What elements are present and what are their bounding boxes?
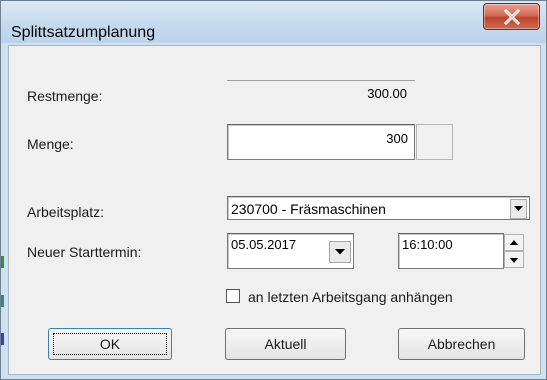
chevron-down-icon <box>335 249 345 255</box>
time-value: 16:10:00 <box>402 237 453 252</box>
edge-strip <box>1 295 4 307</box>
starttermin-label: Neuer Starttermin: <box>27 244 142 260</box>
edge-strip <box>1 333 4 345</box>
menge-input[interactable]: 300 <box>227 124 415 160</box>
arbeitsplatz-select[interactable]: 230700 - Fräsmaschinen <box>227 196 530 220</box>
dialog-window: Splittsatzumplanung Restmenge: 300.00 Me… <box>0 0 547 380</box>
arbeitsplatz-label: Arbeitsplatz: <box>27 204 105 220</box>
aktuell-button[interactable]: Aktuell <box>225 328 346 360</box>
edge-strip <box>1 256 4 268</box>
dialog-body: Restmenge: 300.00 Menge: 300 Arbeitsplat… <box>8 45 541 375</box>
chevron-down-icon <box>510 258 518 263</box>
append-checkbox[interactable] <box>226 289 240 303</box>
spin-up-button[interactable] <box>504 234 524 251</box>
window-title: Splittsatzumplanung <box>11 24 156 41</box>
date-dropdown-button[interactable] <box>329 241 351 263</box>
ok-button[interactable]: OK <box>48 328 172 360</box>
arbeitsplatz-dropdown-button[interactable] <box>510 199 527 219</box>
ok-button-label: OK <box>99 336 121 352</box>
arbeitsplatz-value: 230700 - Fräsmaschinen <box>231 201 386 217</box>
restmenge-value: 300.00 <box>227 80 415 103</box>
spin-down-button[interactable] <box>504 251 524 268</box>
abbrechen-button[interactable]: Abbrechen <box>398 328 525 360</box>
title-bar[interactable]: Splittsatzumplanung <box>1 1 546 43</box>
menge-value: 300 <box>386 131 408 146</box>
abbrechen-button-label: Abbrechen <box>427 336 496 352</box>
menge-unit-box <box>416 124 453 160</box>
chevron-up-icon <box>510 240 518 245</box>
date-picker[interactable]: 05.05.2017 <box>227 233 354 269</box>
aktuell-button-label: Aktuell <box>264 336 307 352</box>
close-icon <box>503 9 521 25</box>
close-button[interactable] <box>483 3 540 30</box>
date-value: 05.05.2017 <box>231 237 297 252</box>
time-input[interactable]: 16:10:00 <box>398 233 504 269</box>
append-checkbox-label[interactable]: an letzten Arbeitsgang anhängen <box>248 289 453 305</box>
time-spinner[interactable] <box>504 234 524 268</box>
restmenge-label: Restmenge: <box>27 88 103 104</box>
menge-label: Menge: <box>27 136 74 152</box>
chevron-down-icon <box>514 206 523 211</box>
